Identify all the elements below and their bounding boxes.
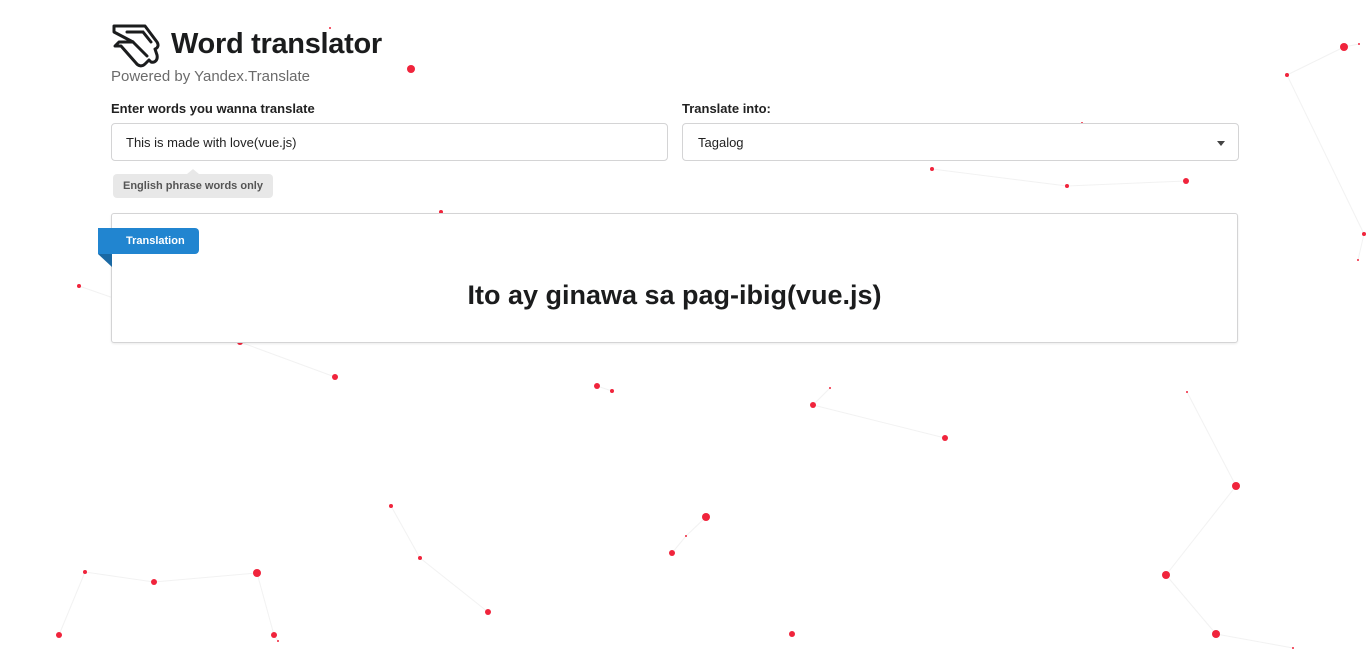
language-select[interactable]: Tagalog	[682, 123, 1239, 161]
particle-dot	[1358, 43, 1360, 45]
input-label: Enter words you wanna translate	[111, 101, 315, 116]
particle-dot	[332, 374, 338, 380]
particle-dot	[1065, 184, 1069, 188]
particle-dot	[1186, 391, 1188, 393]
particle-link	[58, 571, 86, 636]
particle-dot	[810, 402, 816, 408]
particle-dot	[1285, 73, 1289, 77]
particle-link	[812, 404, 946, 439]
particle-link	[1357, 233, 1365, 261]
particle-link	[1186, 391, 1237, 487]
particle-link	[671, 535, 687, 554]
header: Word translator Powered by Yandex.Transl…	[111, 22, 711, 92]
particle-link	[390, 505, 421, 559]
particle-link	[153, 572, 258, 583]
particle-dot	[1232, 482, 1240, 490]
particle-link	[239, 341, 336, 378]
particle-dot	[485, 609, 491, 615]
particle-dot	[389, 504, 393, 508]
particle-link	[1165, 574, 1217, 635]
particle-dot	[789, 631, 795, 637]
language-label: Translate into:	[682, 101, 771, 116]
particle-dot	[685, 535, 687, 537]
particle-dot	[1362, 232, 1366, 236]
dropdown-caret-icon	[1217, 141, 1225, 146]
particle-link	[685, 516, 707, 537]
translation-card: Translation Ito ay ginawa sa pag-ibig(vu…	[98, 213, 1238, 343]
particle-link	[84, 571, 155, 583]
particle-dot	[1292, 647, 1294, 649]
particle-dot	[829, 387, 831, 389]
particle-link	[931, 168, 1068, 187]
particle-dot	[610, 389, 614, 393]
page-title: Word translator	[171, 28, 382, 60]
particle-link	[812, 387, 831, 406]
language-select-value: Tagalog	[698, 135, 744, 150]
translation-result: Ito ay ginawa sa pag-ibig(vue.js)	[467, 280, 882, 310]
particle-dot	[77, 284, 81, 288]
particle-dot	[1357, 259, 1359, 261]
particle-dot	[151, 579, 157, 585]
particle-link	[1215, 633, 1294, 649]
particle-dot	[1212, 630, 1220, 638]
particle-dot	[930, 167, 934, 171]
particle-link	[1286, 74, 1365, 235]
particle-dot	[594, 383, 600, 389]
particle-link	[1286, 46, 1345, 76]
particle-link	[1165, 485, 1237, 576]
translation-ribbon: Translation	[98, 228, 199, 267]
particle-link	[419, 557, 489, 613]
particle-dot	[1162, 571, 1170, 579]
particle-dot	[1340, 43, 1348, 51]
particle-link	[1066, 180, 1187, 187]
particle-dot	[702, 513, 710, 521]
particle-dot	[271, 632, 277, 638]
particle-dot	[83, 570, 87, 574]
particle-dot	[669, 550, 675, 556]
particle-dot	[277, 640, 279, 642]
particle-dot	[1183, 178, 1189, 184]
phrase-input[interactable]	[111, 123, 668, 161]
particle-dot	[56, 632, 62, 638]
page-subtitle: Powered by Yandex.Translate	[111, 68, 311, 85]
particle-dot	[253, 569, 261, 577]
particle-link	[256, 572, 275, 636]
particle-dot	[942, 435, 948, 441]
hand-pointer-icon	[112, 24, 160, 68]
particle-dot	[418, 556, 422, 560]
input-hint-tooltip: English phrase words only	[113, 169, 273, 198]
